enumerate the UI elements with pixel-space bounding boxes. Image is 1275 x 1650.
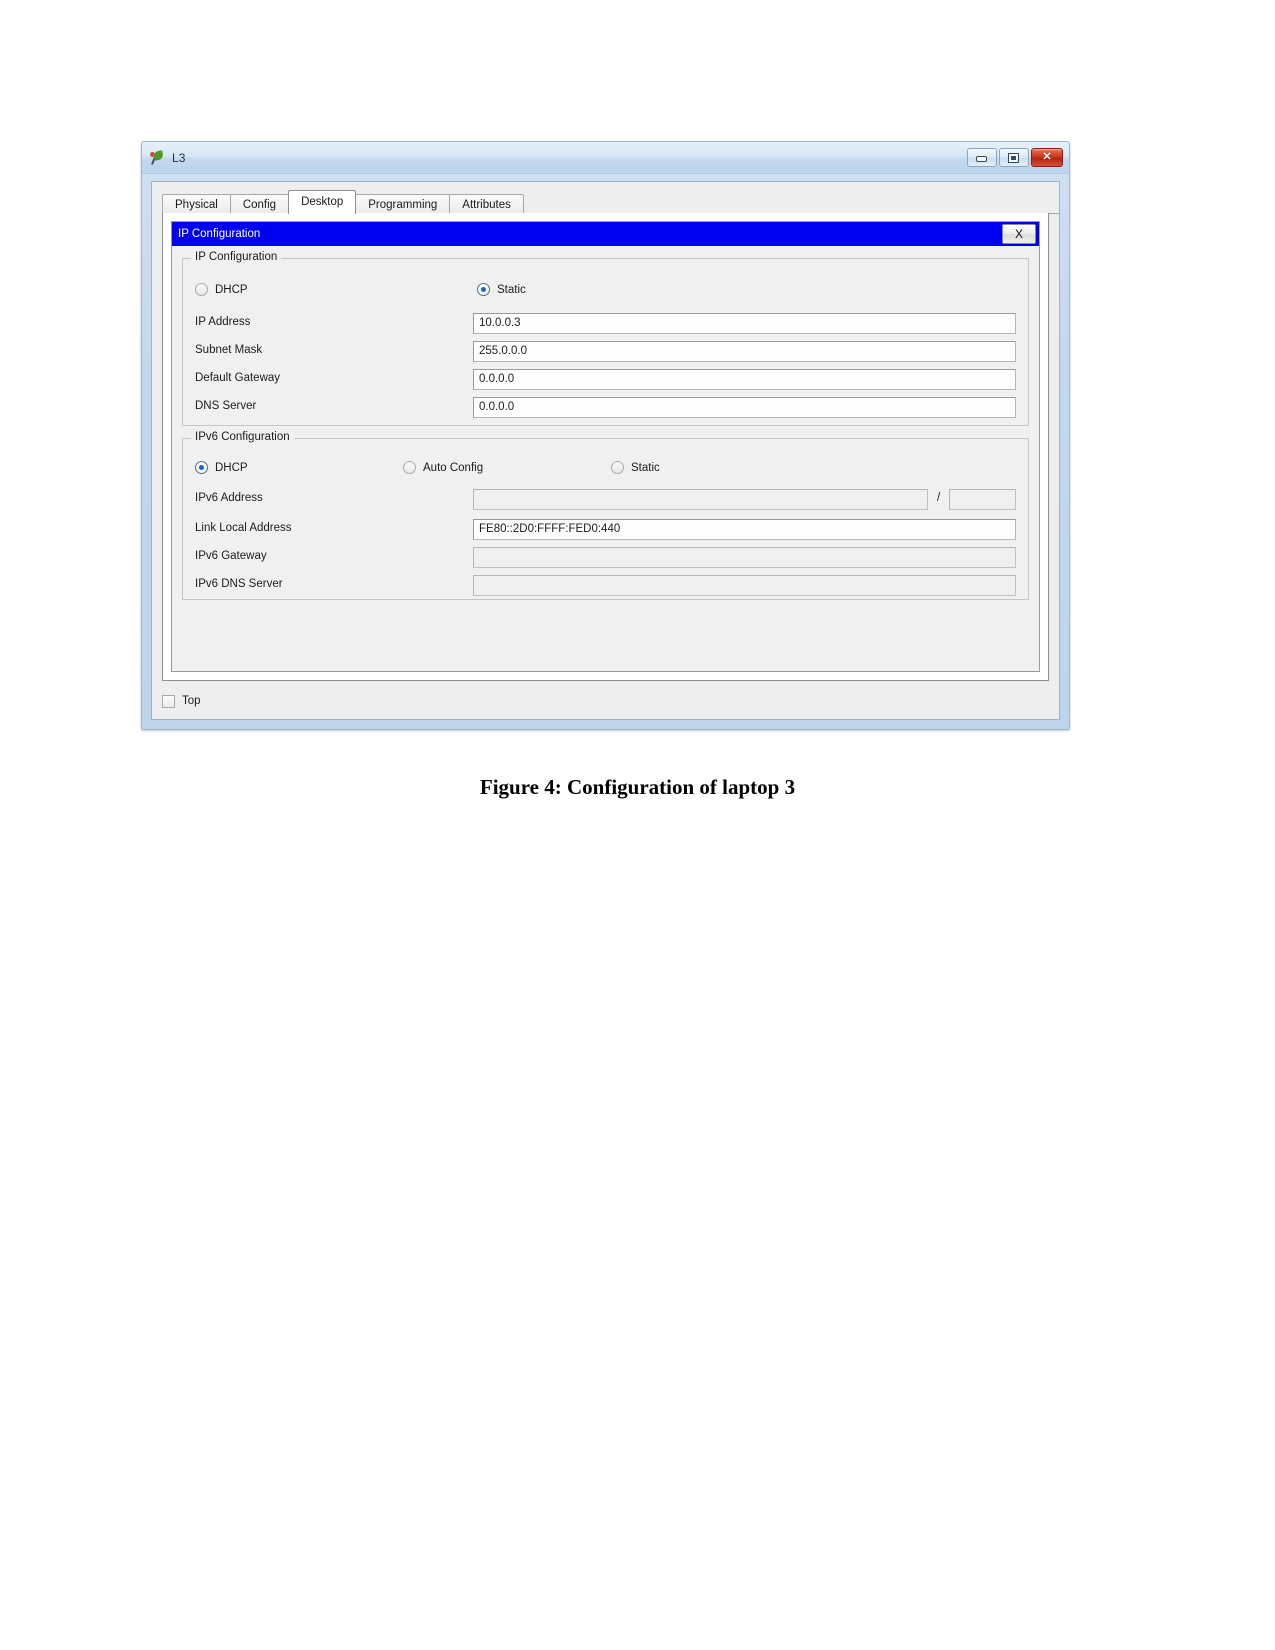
dns-server-input[interactable]: 0.0.0.0 (473, 397, 1016, 418)
ipv4-configuration-group: IP Configuration DHCP Static IP Address (182, 251, 1029, 426)
ipv4-group-legend: IP Configuration (191, 251, 282, 263)
radio-unchecked-icon (611, 461, 624, 474)
tab-attributes[interactable]: Attributes (449, 194, 524, 214)
top-checkbox[interactable] (162, 694, 175, 708)
ipv4-static-radio[interactable]: Static (477, 283, 526, 296)
radio-unchecked-icon (403, 461, 416, 474)
ipv6-gateway-input[interactable] (473, 547, 1016, 568)
tab-physical[interactable]: Physical (162, 194, 231, 214)
maximize-button[interactable] (999, 148, 1029, 167)
radio-unchecked-icon (195, 283, 208, 296)
dialog-titlebar: IP Configuration X (172, 222, 1039, 246)
link-local-address-label: Link Local Address (195, 522, 292, 534)
radio-checked-icon (477, 283, 490, 296)
minimize-button[interactable] (967, 148, 997, 167)
top-checkbox-label: Top (182, 695, 201, 707)
ipv6-gateway-label: IPv6 Gateway (195, 550, 267, 562)
bottom-bar: Top (162, 691, 201, 711)
dns-server-label: DNS Server (195, 400, 257, 412)
ip-address-label: IP Address (195, 316, 251, 328)
desktop-tab-panel: IP Configuration X IP Configuration DHCP… (162, 213, 1049, 681)
tab-desktop[interactable]: Desktop (288, 190, 357, 214)
tab-programming[interactable]: Programming (355, 194, 451, 214)
window-controls: ✕ (967, 148, 1063, 167)
window-body: Physical Config Desktop Programming Attr… (151, 181, 1060, 720)
minimize-icon (976, 156, 987, 162)
dialog-close-button[interactable]: X (1002, 224, 1036, 244)
subnet-mask-label: Subnet Mask (195, 344, 263, 356)
ipv6-prefix-separator: / (937, 492, 941, 504)
ipv6-group-legend: IPv6 Configuration (191, 431, 294, 443)
ipv6-dns-server-input[interactable] (473, 575, 1016, 596)
radio-checked-icon (195, 461, 208, 474)
ipv6-dns-server-label: IPv6 DNS Server (195, 578, 283, 590)
ipv6-autoconfig-label: Auto Config (423, 461, 484, 474)
ip-address-input[interactable]: 10.0.0.3 (473, 313, 1016, 334)
ipv6-dhcp-label: DHCP (215, 461, 248, 474)
device-config-window: L3 ✕ Physical Config Desktop Programming… (141, 141, 1070, 730)
link-local-address-input[interactable]: FE80::2D0:FFFF:FED0:440 (473, 519, 1016, 540)
ip-configuration-dialog: IP Configuration X IP Configuration DHCP… (171, 221, 1040, 672)
ipv6-dhcp-radio[interactable]: DHCP (195, 461, 248, 474)
ipv6-address-input[interactable] (473, 489, 928, 510)
subnet-mask-input[interactable]: 255.0.0.0 (473, 341, 1016, 362)
ipv4-dhcp-label: DHCP (215, 283, 248, 296)
ipv6-static-radio[interactable]: Static (611, 461, 660, 474)
ipv4-dhcp-radio[interactable]: DHCP (195, 283, 248, 296)
ipv6-configuration-group: IPv6 Configuration DHCP Auto Config Stat… (182, 431, 1029, 600)
ipv6-prefix-input[interactable] (949, 489, 1016, 510)
tab-strip: Physical Config Desktop Programming Attr… (162, 190, 1059, 214)
ipv6-autoconfig-radio[interactable]: Auto Config (403, 461, 483, 474)
dialog-title: IP Configuration (178, 228, 261, 240)
close-button[interactable]: ✕ (1031, 148, 1063, 167)
window-titlebar: L3 ✕ (142, 142, 1069, 174)
tab-config[interactable]: Config (229, 194, 290, 214)
packet-tracer-icon (150, 149, 166, 166)
figure-caption: Figure 4: Configuration of laptop 3 (479, 775, 796, 799)
default-gateway-input[interactable]: 0.0.0.0 (473, 369, 1016, 390)
ipv4-static-label: Static (497, 283, 526, 296)
ipv6-static-label: Static (631, 461, 660, 474)
ipv6-address-label: IPv6 Address (195, 492, 263, 504)
window-title: L3 (172, 150, 186, 165)
close-icon: ✕ (1042, 151, 1052, 163)
default-gateway-label: Default Gateway (195, 372, 281, 384)
